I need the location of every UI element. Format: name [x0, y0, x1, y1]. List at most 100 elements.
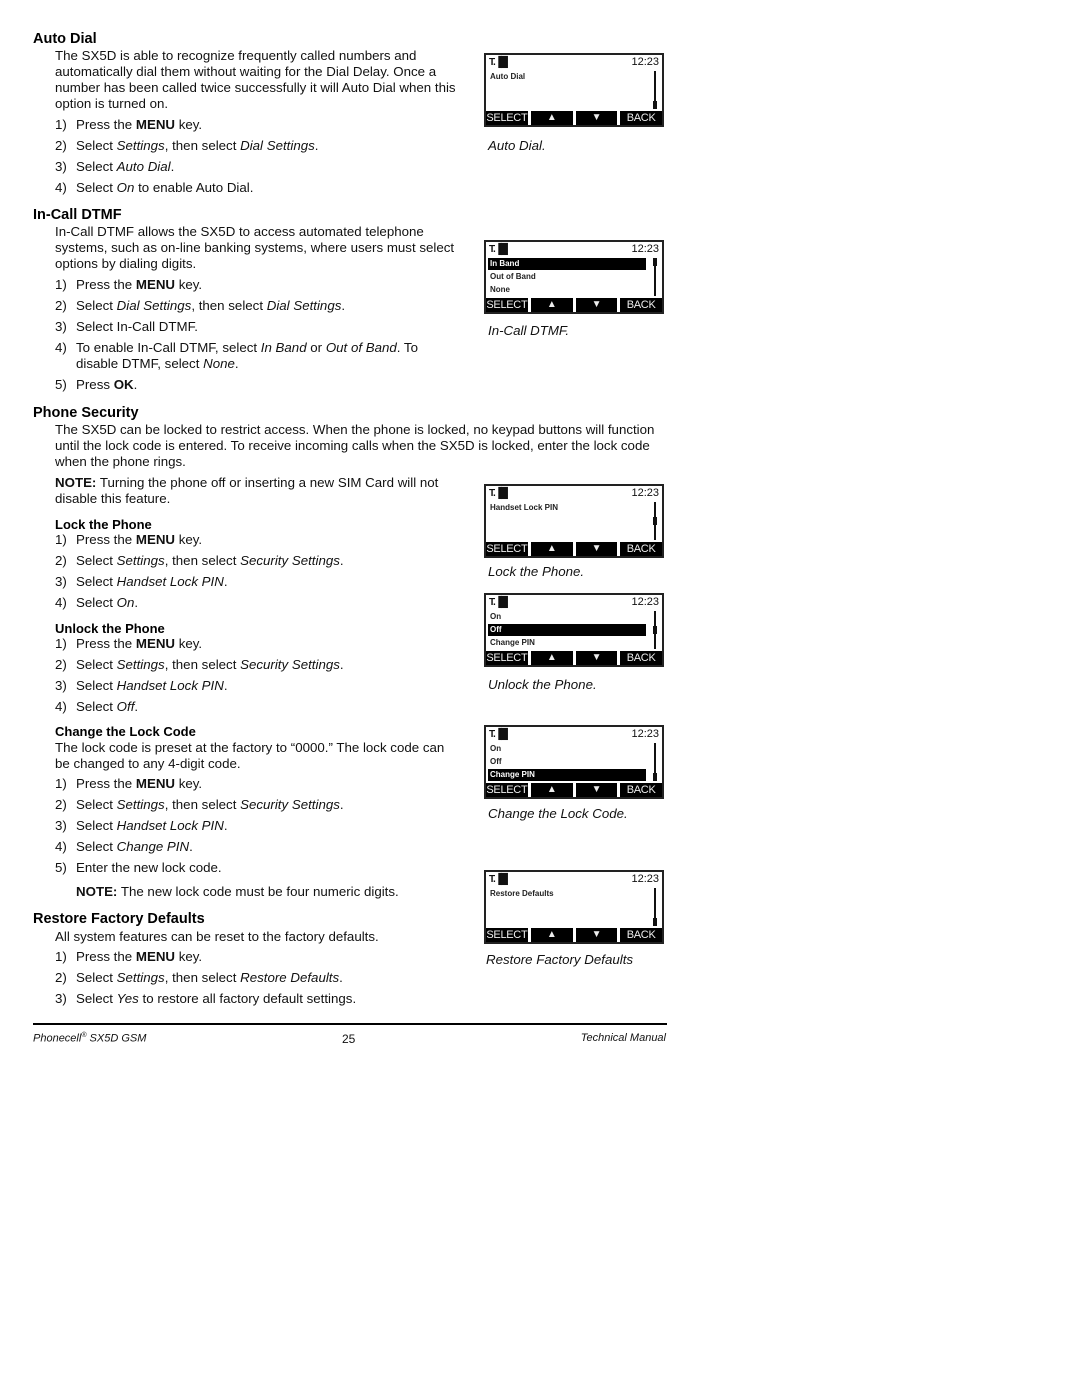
- step-text: To enable In-Call DTMF, select In Band o…: [76, 340, 418, 371]
- change-code-steps: 1) Press the MENU key. 2) Select Settings, …: [55, 776, 470, 881]
- subsection-title-lock: Lock the Phone: [55, 517, 152, 532]
- step-text: Select Settings, then select Security Se…: [76, 553, 344, 568]
- step-text: Select Settings, then select Security Se…: [76, 797, 344, 812]
- scrollbar-thumb: [653, 258, 657, 266]
- step-text: Press the MENU key.: [76, 117, 203, 132]
- change-code-intro: The lock code is preset at the factory t…: [55, 740, 445, 771]
- step-item: 1) Press the MENU key.: [55, 776, 470, 792]
- step-text: Select Off.: [76, 699, 139, 714]
- footer-rule: [33, 1023, 667, 1025]
- section-title-auto-dial: Auto Dial: [33, 31, 97, 47]
- softkey-bar: SELECT ▲ ▼ BACK: [486, 651, 662, 665]
- step-text: Press the MENU key.: [76, 776, 203, 791]
- down-arrow-icon: ▼: [575, 111, 618, 125]
- step-text: Select Change PIN.: [76, 839, 193, 854]
- screen-menu-item: Change PIN: [490, 638, 535, 647]
- step-number: 3): [55, 159, 67, 174]
- caption-in-call-dtmf: In-Call DTMF.: [488, 323, 570, 338]
- step-item: 1) Press the MENU key.: [55, 532, 470, 548]
- step-number: 3): [55, 991, 67, 1006]
- step-number: 4): [55, 595, 67, 610]
- softkey-select: SELECT: [486, 542, 528, 556]
- step-number: 1): [55, 117, 67, 132]
- step-item: 2) Select Dial Settings, then select Dial…: [55, 298, 455, 314]
- note-text: Turning the phone off or inserting a new…: [55, 475, 439, 506]
- step-number: 2): [55, 970, 67, 985]
- softkey-back: BACK: [620, 111, 662, 125]
- step-item: 4) Select On.: [55, 595, 470, 611]
- phone-screen-restore: T.▐█ 12:23 Restore Defaults SELECT ▲ ▼ BACK: [484, 870, 664, 944]
- step-text: Enter the new lock code.: [76, 860, 222, 875]
- up-arrow-icon: ▲: [530, 928, 573, 942]
- up-arrow-icon: ▲: [530, 783, 573, 797]
- step-number: 2): [55, 298, 67, 313]
- step-item: 2) Select Settings, then select Restore D…: [55, 970, 470, 986]
- step-item: 4) Select Off.: [55, 699, 470, 715]
- footer-product-name: Phonecell: [33, 1032, 82, 1045]
- step-number: 3): [55, 818, 67, 833]
- screen-clock: 12:23: [631, 873, 659, 885]
- step-number: 4): [55, 340, 67, 355]
- step-number: 4): [55, 839, 67, 854]
- step-text: Select Yes to restore all factory defaul…: [76, 991, 357, 1006]
- restore-steps: 1) Press the MENU key. 2) Select Settings, …: [55, 949, 470, 1012]
- restore-intro: All system features can be reset to the …: [55, 929, 379, 944]
- step-text: Select Auto Dial.: [76, 159, 175, 174]
- step-number: 3): [55, 678, 67, 693]
- step-text: Select Dial Settings, then select Dial S…: [76, 298, 346, 313]
- subsection-title-change-code: Change the Lock Code: [55, 724, 196, 739]
- softkey-select: SELECT: [486, 928, 528, 942]
- softkey-select: SELECT: [486, 111, 528, 125]
- change-code-note: NOTE: The new lock code must be four num…: [76, 884, 476, 900]
- step-number: 1): [55, 532, 67, 547]
- softkey-back: BACK: [620, 928, 662, 942]
- step-item: 5) Press OK.: [55, 377, 455, 393]
- step-item: 1) Press the MENU key.: [55, 949, 470, 965]
- up-arrow-icon: ▲: [530, 651, 573, 665]
- step-number: 2): [55, 657, 67, 672]
- step-item: 3) Select In-Call DTMF.: [55, 319, 455, 335]
- auto-dial-intro: The SX5D is able to recognize frequently…: [55, 48, 456, 111]
- step-text: Press the MENU key.: [76, 277, 203, 292]
- softkey-back: BACK: [620, 651, 662, 665]
- signal-strength-icon: T.▐█: [489, 729, 508, 740]
- step-text: Select Handset Lock PIN.: [76, 818, 228, 833]
- step-number: 5): [55, 860, 67, 875]
- phone-screen-unlock: T.▐█ 12:23 On Off Change PIN SELECT ▲ ▼ BACK: [484, 593, 664, 667]
- up-arrow-icon: ▲: [530, 111, 573, 125]
- down-arrow-icon: ▼: [575, 542, 618, 556]
- step-text: Select On.: [76, 595, 139, 610]
- step-text: Select Settings, then select Dial Settin…: [76, 138, 319, 153]
- footer-manual: Technical Manual: [580, 1032, 666, 1044]
- step-number: 4): [55, 699, 67, 714]
- softkey-select: SELECT: [486, 298, 528, 312]
- screen-menu-item: In Band: [488, 258, 646, 270]
- step-item: 4) To enable In-Call DTMF, select In Band…: [55, 340, 455, 372]
- softkey-bar: SELECT ▲ ▼ BACK: [486, 298, 662, 312]
- step-text: Press the MENU key.: [76, 949, 203, 964]
- softkey-select: SELECT: [486, 651, 528, 665]
- in-call-dtmf-intro: In-Call DTMF allows the SX5D to access a…: [55, 224, 455, 271]
- step-item: 3) Select Auto Dial.: [55, 159, 470, 175]
- step-number: 1): [55, 277, 67, 292]
- footer-product: Phonecell® SX5D GSM: [33, 1032, 146, 1045]
- scrollbar-thumb: [653, 773, 657, 781]
- screen-menu-item: Auto Dial: [490, 72, 526, 81]
- phone-screen-auto-dial: T.▐█ 12:23 Auto Dial SELECT ▲ ▼ BACK: [484, 53, 664, 127]
- step-text: Press OK.: [76, 377, 138, 392]
- step-item: 3) Select Handset Lock PIN.: [55, 574, 470, 590]
- screen-menu-item: On: [490, 744, 502, 753]
- up-arrow-icon: ▲: [530, 542, 573, 556]
- down-arrow-icon: ▼: [575, 783, 618, 797]
- step-item: 1) Press the MENU key.: [55, 277, 455, 293]
- note-text: The new lock code must be four numeric d…: [117, 884, 399, 899]
- step-number: 1): [55, 776, 67, 791]
- step-item: 5) Enter the new lock code.: [55, 860, 470, 876]
- screen-menu-item: None: [490, 285, 510, 294]
- screen-clock: 12:23: [631, 56, 659, 68]
- section-title-phone-security: Phone Security: [33, 405, 139, 421]
- softkey-bar: SELECT ▲ ▼ BACK: [486, 928, 662, 942]
- section-title-restore: Restore Factory Defaults: [33, 911, 205, 927]
- footer-model: SX5D GSM: [86, 1032, 147, 1045]
- screen-clock: 12:23: [631, 728, 659, 740]
